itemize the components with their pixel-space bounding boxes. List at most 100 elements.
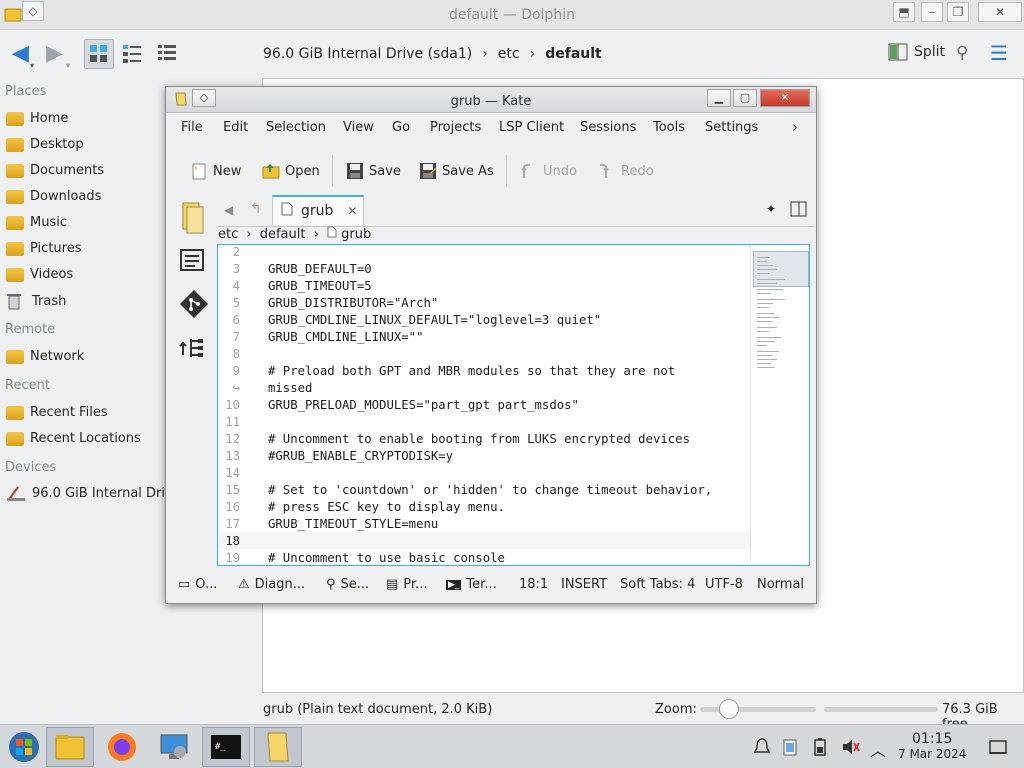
- places-item-network[interactable]: Network: [6, 348, 84, 364]
- dolphin-titlebar[interactable]: ◇ default — Dolphin ⬒ – ❐ ✕: [0, 0, 1024, 30]
- code-line[interactable]: # Uncomment to use basic console: [268, 551, 505, 565]
- compact-view-button[interactable]: [117, 39, 147, 69]
- menu-projects[interactable]: Projects: [430, 120, 481, 135]
- code-line[interactable]: # Preload both GPT and MBR modules so th…: [268, 364, 675, 378]
- breadcrumb-etc[interactable]: etc: [498, 46, 520, 62]
- maximize-button[interactable]: ▢: [733, 89, 757, 107]
- clock-time[interactable]: 01:15: [912, 731, 952, 747]
- task-kate[interactable]: [254, 727, 302, 767]
- projects-toggle[interactable]: ▤ Pr...: [386, 577, 427, 592]
- forward-dropdown-icon[interactable]: ▾: [66, 61, 70, 70]
- crumb-grub[interactable]: grub: [341, 227, 371, 242]
- line-number[interactable]: 3: [218, 262, 240, 276]
- code-line[interactable]: GRUB_DEFAULT=0: [268, 262, 372, 276]
- notification-bell-icon[interactable]: [752, 737, 772, 757]
- git-panel-icon[interactable]: [179, 289, 208, 318]
- menu-overflow-icon[interactable]: ›: [792, 118, 798, 136]
- code-line[interactable]: # Uncomment to enable booting from LUKS …: [268, 432, 690, 446]
- breadcrumb-current[interactable]: default: [545, 46, 602, 62]
- code-line[interactable]: GRUB_DISTRIBUTOR="Arch": [268, 296, 438, 310]
- line-number[interactable]: 14: [218, 466, 240, 480]
- places-item-pictures[interactable]: Pictures: [6, 240, 81, 256]
- line-number[interactable]: 17: [218, 517, 240, 531]
- line-number[interactable]: 9: [218, 364, 240, 378]
- project-panel-icon[interactable]: [179, 335, 207, 363]
- cursor-position[interactable]: 18:1: [519, 577, 548, 592]
- symbols-panel-icon[interactable]: [179, 247, 207, 275]
- crumb-etc[interactable]: etc: [218, 227, 238, 242]
- code-line[interactable]: missed: [268, 381, 312, 395]
- line-number[interactable]: 16: [218, 500, 240, 514]
- tab-forward-icon[interactable]: ↰: [250, 201, 262, 217]
- menu-lsp-client[interactable]: LSP Client: [499, 120, 564, 135]
- hamburger-menu-icon[interactable]: ☰: [990, 41, 1008, 65]
- split-view-icon[interactable]: [790, 200, 808, 222]
- details-view-button[interactable]: [152, 39, 182, 69]
- menu-tools[interactable]: Tools: [653, 120, 685, 135]
- pin-icon[interactable]: ✦: [766, 202, 776, 216]
- places-item-desktop[interactable]: Desktop: [6, 136, 84, 152]
- line-number[interactable]: 5: [218, 296, 240, 310]
- zoom-slider-handle[interactable]: [719, 699, 739, 719]
- line-number[interactable]: 19: [218, 551, 240, 565]
- menu-file[interactable]: File: [181, 120, 203, 135]
- output-toggle[interactable]: ▭ O...: [178, 577, 217, 592]
- line-number[interactable]: 2: [218, 245, 240, 259]
- code-line[interactable]: # Set to 'countdown' or 'hidden' to chan…: [268, 483, 712, 497]
- open-button[interactable]: Open: [262, 162, 320, 180]
- menu-selection[interactable]: Selection: [266, 120, 326, 135]
- search-icon[interactable]: ⚲: [956, 43, 968, 63]
- forward-icon[interactable]: ▶: [46, 41, 63, 66]
- menu-view[interactable]: View: [343, 120, 374, 135]
- line-number[interactable]: 7: [218, 330, 240, 344]
- close-button[interactable]: ✕: [760, 89, 810, 107]
- code-line[interactable]: # press ESC key to display menu.: [268, 500, 505, 514]
- minimap-scrollbar[interactable]: [750, 245, 809, 565]
- documents-panel-icon[interactable]: [179, 201, 207, 234]
- line-number[interactable]: 10: [218, 398, 240, 412]
- breadcrumb-separator-icon[interactable]: ›: [482, 46, 488, 62]
- line-number[interactable]: ↪: [218, 381, 240, 395]
- editor-area[interactable]: 2 3 GRUB_DEFAULT=0 4 GRUB_TIMEOUT=5 5 GRUB_DIS…: [217, 244, 810, 566]
- back-icon[interactable]: ◀: [12, 41, 29, 66]
- split-button[interactable]: Split: [888, 43, 945, 61]
- input-mode[interactable]: INSERT: [561, 577, 607, 592]
- maximize-button[interactable]: ❐: [947, 2, 969, 22]
- line-number[interactable]: 15: [218, 483, 240, 497]
- task-terminal[interactable]: #_: [202, 727, 250, 767]
- places-item-recent-files[interactable]: Recent Files: [6, 404, 108, 420]
- code-line[interactable]: GRUB_PRELOAD_MODULES="part_gpt part_msdo…: [268, 398, 579, 412]
- menu-go[interactable]: Go: [392, 120, 410, 135]
- code-line[interactable]: GRUB_TIMEOUT_STYLE=menu: [268, 517, 438, 531]
- places-item-recent-locations[interactable]: Recent Locations: [6, 430, 141, 446]
- line-number[interactable]: 13: [218, 449, 240, 463]
- line-number[interactable]: 8: [218, 347, 240, 361]
- zoom-slider-track[interactable]: [700, 707, 816, 712]
- code-line[interactable]: GRUB_CMDLINE_LINUX_DEFAULT="loglevel=3 q…: [268, 313, 601, 327]
- battery-tray-icon[interactable]: [810, 737, 830, 757]
- line-number[interactable]: 6: [218, 313, 240, 327]
- code-line[interactable]: GRUB_TIMEOUT=5: [268, 279, 372, 293]
- expand-tray-icon[interactable]: ︿: [870, 737, 890, 760]
- indentation-setting[interactable]: Soft Tabs: 4: [620, 577, 695, 592]
- show-desktop-icon[interactable]: [988, 737, 1008, 757]
- places-item-downloads[interactable]: Downloads: [6, 188, 101, 204]
- places-item-home[interactable]: Home: [6, 110, 68, 126]
- places-item-videos[interactable]: Videos: [6, 266, 73, 282]
- close-button[interactable]: ✕: [978, 2, 1022, 22]
- task-firefox[interactable]: [98, 727, 146, 767]
- tab-close-icon[interactable]: ✕: [347, 204, 357, 218]
- volume-muted-icon[interactable]: [840, 737, 860, 757]
- icons-view-button[interactable]: [84, 39, 114, 69]
- breadcrumb-separator-icon[interactable]: ›: [530, 46, 536, 62]
- code-line[interactable]: #GRUB_ENABLE_CRYPTODISK=y: [268, 449, 453, 463]
- kate-titlebar[interactable]: ◇ grub — Kate ▁ ▢ ✕: [166, 87, 816, 113]
- menu-edit[interactable]: Edit: [223, 120, 248, 135]
- task-system-settings[interactable]: [150, 727, 198, 767]
- new-button[interactable]: New: [190, 162, 241, 180]
- line-number[interactable]: 11: [218, 415, 240, 429]
- tab-grub[interactable]: grub ✕: [272, 195, 364, 225]
- menu-sessions[interactable]: Sessions: [580, 120, 636, 135]
- line-number[interactable]: 12: [218, 432, 240, 446]
- syntax-mode[interactable]: Normal: [757, 577, 804, 592]
